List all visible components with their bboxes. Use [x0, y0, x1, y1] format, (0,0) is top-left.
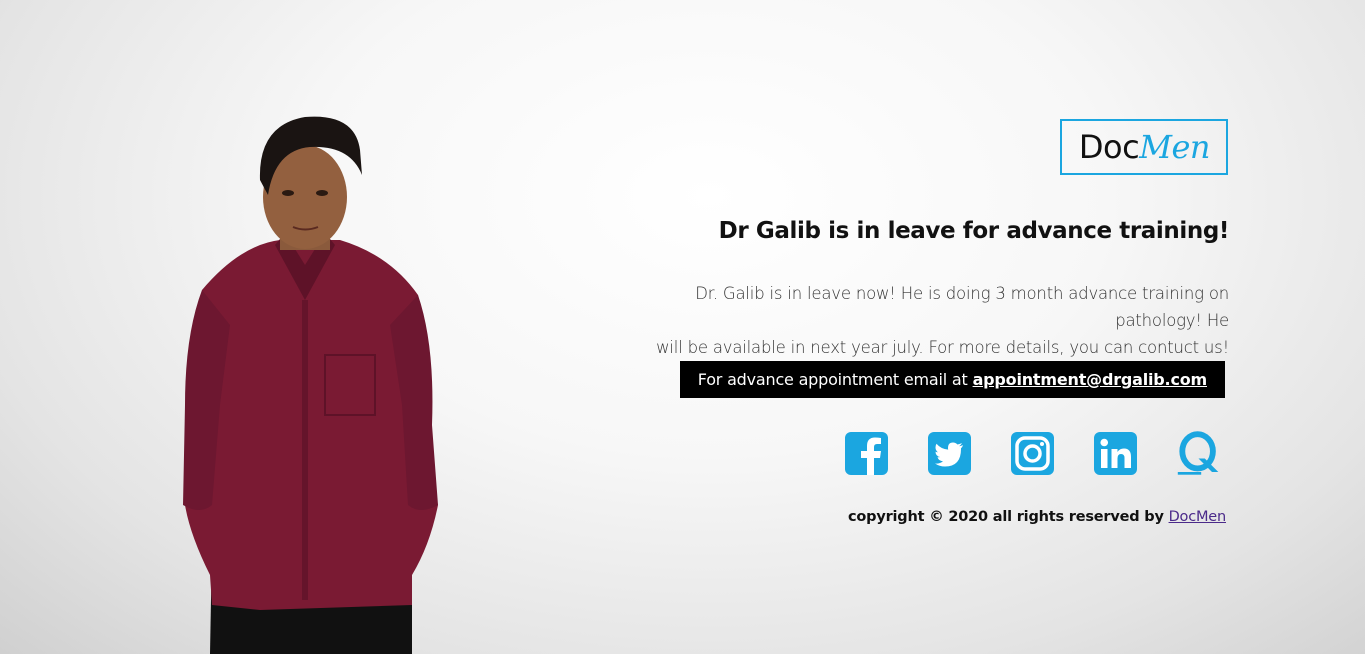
description-line-1: Dr. Galib is in leave now! He is doing 3… [695, 284, 1229, 330]
copyright-text: copyright © 2020 all rights reserved by [848, 509, 1164, 525]
docmen-footer-link[interactable]: DocMen [1169, 509, 1227, 525]
social-links [844, 430, 1221, 478]
appointment-bar: For advance appointment email at appoint… [679, 361, 1225, 398]
leave-description: Dr. Galib is in leave now! He is doing 3… [609, 280, 1229, 361]
linkedin-icon[interactable] [1093, 430, 1138, 478]
copyright-footer: copyright © 2020 all rights reserved by … [848, 509, 1226, 525]
page-headline: Dr Galib is in leave for advance trainin… [718, 218, 1230, 244]
logo-men-text: Men [1139, 128, 1210, 166]
instagram-icon[interactable] [1010, 430, 1055, 478]
appointment-text: For advance appointment email at [697, 370, 968, 389]
logo-doc-text: Doc [1078, 128, 1140, 166]
description-line-2: will be available in next year july. For… [656, 338, 1229, 357]
doctor-photo [183, 116, 438, 654]
twitter-icon[interactable] [927, 430, 972, 478]
quora-icon[interactable] [1176, 430, 1221, 478]
facebook-icon[interactable] [844, 430, 889, 478]
main-content: Doc Men Dr Galib is in leave for advance … [569, 0, 1229, 654]
appointment-email-link[interactable]: appointment@drgalib.com [973, 370, 1208, 389]
docmen-logo[interactable]: Doc Men [1059, 119, 1228, 175]
